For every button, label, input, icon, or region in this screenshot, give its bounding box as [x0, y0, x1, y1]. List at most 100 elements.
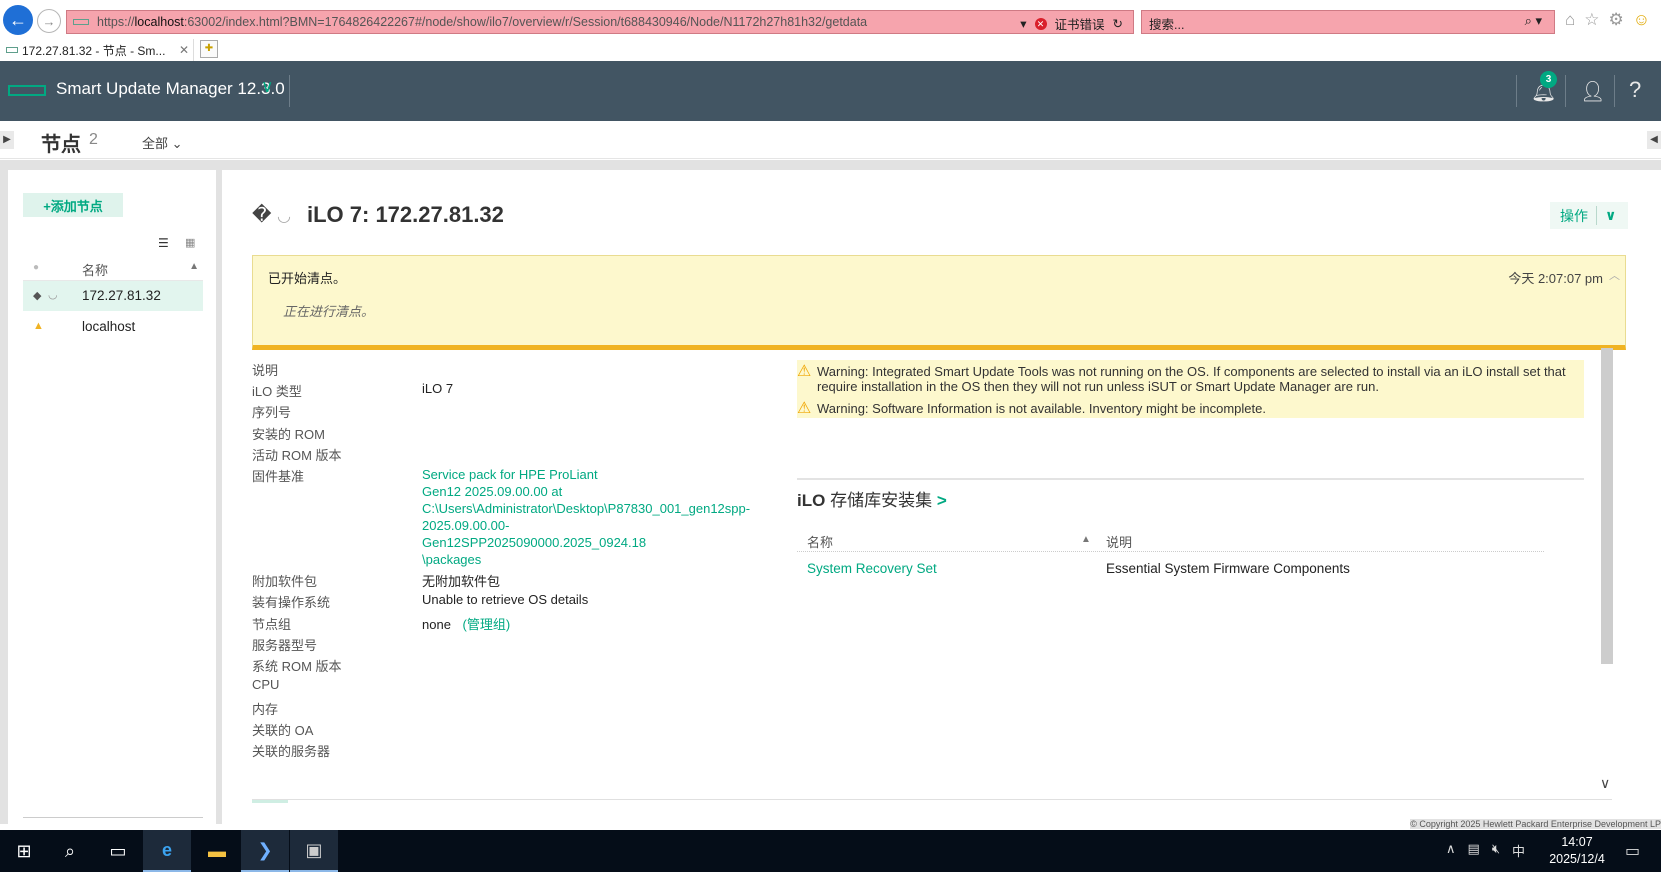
status-column-icon: ●: [33, 262, 40, 273]
help-icon[interactable]: ?: [1629, 77, 1641, 103]
windows-start-icon[interactable]: ⊞: [0, 830, 48, 872]
unknown-status-icon: ◆: [33, 290, 42, 302]
inventory-notification: 已开始清点。 正在进行清点。 今天 2:07:07 pm ︿: [252, 255, 1626, 350]
property-label: 服务器型号: [252, 638, 318, 653]
new-tab-icon[interactable]: ✚: [200, 40, 218, 58]
app-header: Smart Update Manager 12.3.0 ∨ 🔔︎ 3 👤︎ ?: [0, 61, 1661, 121]
baseline-line: Gen12 2025.09.00.00 at: [422, 484, 563, 499]
warning-icon: ⚠: [797, 363, 812, 380]
node-title: iLO 7: 172.27.81.32: [307, 202, 504, 227]
sort-asc-icon[interactable]: ▲: [189, 261, 199, 272]
description-column-header[interactable]: 说明: [1106, 532, 1132, 551]
hpe-logo: [8, 85, 46, 96]
command-prompt-icon[interactable]: ▣: [290, 830, 338, 872]
favorites-star-icon[interactable]: ☆: [1584, 10, 1599, 30]
property-value: iLO 7: [422, 381, 454, 396]
refresh-icon[interactable]: ↻: [1113, 16, 1123, 31]
volume-muted-icon[interactable]: 🔇︎: [1492, 841, 1500, 860]
scroll-down-icon[interactable]: ∨: [1600, 775, 1610, 792]
header-divider: [1516, 75, 1517, 107]
network-icon[interactable]: ▤: [1468, 841, 1480, 860]
node-label: localhost: [82, 319, 136, 334]
browser-search-input[interactable]: 搜索... ⌕ ▾: [1141, 10, 1555, 34]
search-icon[interactable]: ⌕ ▾: [1525, 13, 1542, 29]
property-label: CPU: [252, 677, 280, 692]
grid-view-icon[interactable]: ▦: [185, 236, 195, 249]
dropdown-icon[interactable]: ▾: [1020, 16, 1026, 31]
warning-text: Warning: Software Information is not ava…: [817, 401, 1266, 416]
windows-taskbar: ⊞ ⌕ ▭ e ▬ ❯ ▣ ∧ ▤ 🔇︎ 中 14:07 2025/12/4 ▭: [0, 830, 1661, 872]
notification-message: 正在进行清点。: [283, 304, 375, 319]
task-view-icon[interactable]: ▭: [94, 830, 142, 872]
loading-spinner-icon: ◡: [277, 208, 291, 225]
property-label: 系统 ROM 版本: [252, 659, 342, 674]
firmware-baseline-link[interactable]: Service pack for HPE ProLiant Gen12 2025…: [422, 466, 762, 568]
internet-explorer-icon[interactable]: e: [143, 830, 191, 872]
property-label: 序列号: [252, 405, 292, 420]
settings-gear-icon[interactable]: ⚙: [1609, 10, 1624, 30]
filter-label: 全部: [142, 136, 169, 151]
property-label: 装有操作系统: [252, 595, 331, 610]
cert-error-label[interactable]: 证书错误: [1055, 14, 1105, 33]
divider: [1596, 206, 1597, 225]
chevron-down-icon: ⌄: [171, 136, 183, 151]
scrollbar-thumb[interactable]: [1601, 348, 1613, 664]
user-icon[interactable]: 👤︎: [1580, 79, 1605, 104]
node-list-item[interactable]: ◆ ◡ 172.27.81.32: [23, 281, 203, 311]
ime-indicator[interactable]: 中: [1512, 841, 1525, 860]
header-divider: [1565, 75, 1566, 107]
taskbar-clock[interactable]: 14:07 2025/12/4: [1542, 834, 1612, 868]
expand-right-icon[interactable]: ◀: [1647, 131, 1661, 149]
table-row: System Recovery Set Essential System Fir…: [797, 561, 1544, 581]
node-list-item[interactable]: ▲ localhost: [23, 312, 203, 342]
sort-asc-icon[interactable]: ▲: [1081, 534, 1091, 545]
actions-menu-button[interactable]: 操作 ∨: [1550, 202, 1628, 229]
baseline-line: 2025.09.00.00-: [422, 518, 510, 533]
chevron-down-icon[interactable]: ∨: [261, 77, 273, 97]
close-tab-icon[interactable]: ✕: [179, 43, 189, 57]
list-view-icon[interactable]: ☰: [158, 236, 169, 250]
manage-groups-link[interactable]: (管理组): [463, 617, 511, 632]
node-group-name: none: [422, 617, 451, 632]
property-label: 说明: [252, 363, 279, 378]
powershell-icon[interactable]: ❯: [241, 830, 289, 872]
name-column-header[interactable]: 名称: [807, 532, 833, 551]
smiley-feedback-icon[interactable]: ☺: [1633, 10, 1650, 30]
section-divider: [797, 478, 1584, 480]
collapse-chevron-icon[interactable]: ︿: [1609, 267, 1620, 283]
property-label: 附加软件包: [252, 574, 318, 589]
divider: [252, 799, 1612, 800]
property-label: 活动 ROM 版本: [252, 448, 342, 463]
name-column-header[interactable]: 名称: [82, 260, 108, 279]
add-node-button[interactable]: +添加节点: [23, 193, 123, 217]
search-icon[interactable]: ⌕: [46, 830, 94, 872]
cert-error-area[interactable]: ▾ ✕ 证书错误 ↻: [1020, 14, 1123, 33]
baseline-line: C:\Users\Administrator\Desktop\P87830_00…: [422, 501, 751, 516]
property-value: Unable to retrieve OS details: [422, 592, 589, 607]
expand-left-icon[interactable]: ▶: [0, 131, 14, 149]
page-title: 节点: [41, 134, 81, 156]
chevron-up-icon[interactable]: ∧: [1446, 841, 1456, 860]
action-center-icon[interactable]: ▭: [1625, 841, 1640, 861]
app-name[interactable]: Smart Update Manager 12.3.0: [56, 79, 285, 99]
home-icon[interactable]: ⌂: [1565, 10, 1575, 30]
forward-arrow-icon[interactable]: →: [37, 9, 61, 33]
install-set-link[interactable]: System Recovery Set: [807, 561, 937, 576]
back-arrow-icon[interactable]: ←: [3, 5, 33, 35]
property-label: 安装的 ROM: [252, 427, 325, 442]
search-placeholder: 搜索...: [1149, 18, 1185, 32]
file-explorer-icon[interactable]: ▬: [193, 830, 241, 872]
chevron-right-icon[interactable]: >: [937, 491, 947, 510]
browser-tab[interactable]: 172.27.81.32 - 节点 - Sm... ✕: [2, 39, 194, 61]
page-header: ▶ 节点 2 全部 ⌄ ◀: [0, 121, 1661, 159]
address-bar[interactable]: https://localhost:63002/index.html?BMN=1…: [66, 10, 1134, 34]
filter-dropdown[interactable]: 全部 ⌄: [142, 133, 183, 152]
baseline-line: \packages: [422, 552, 482, 567]
repo-install-sets-title[interactable]: iLO 存储库安装集 >: [797, 486, 947, 511]
clock-time: 14:07: [1561, 835, 1593, 849]
warning-text: Warning: Integrated Smart Update Tools w…: [817, 364, 1566, 394]
install-set-description: Essential System Firmware Components: [1106, 561, 1350, 576]
notification-count-badge: 3: [1540, 71, 1557, 88]
baseline-line: Gen12SPP2025090000.2025_0924.18: [422, 535, 647, 550]
property-value: 无附加软件包: [422, 574, 501, 589]
